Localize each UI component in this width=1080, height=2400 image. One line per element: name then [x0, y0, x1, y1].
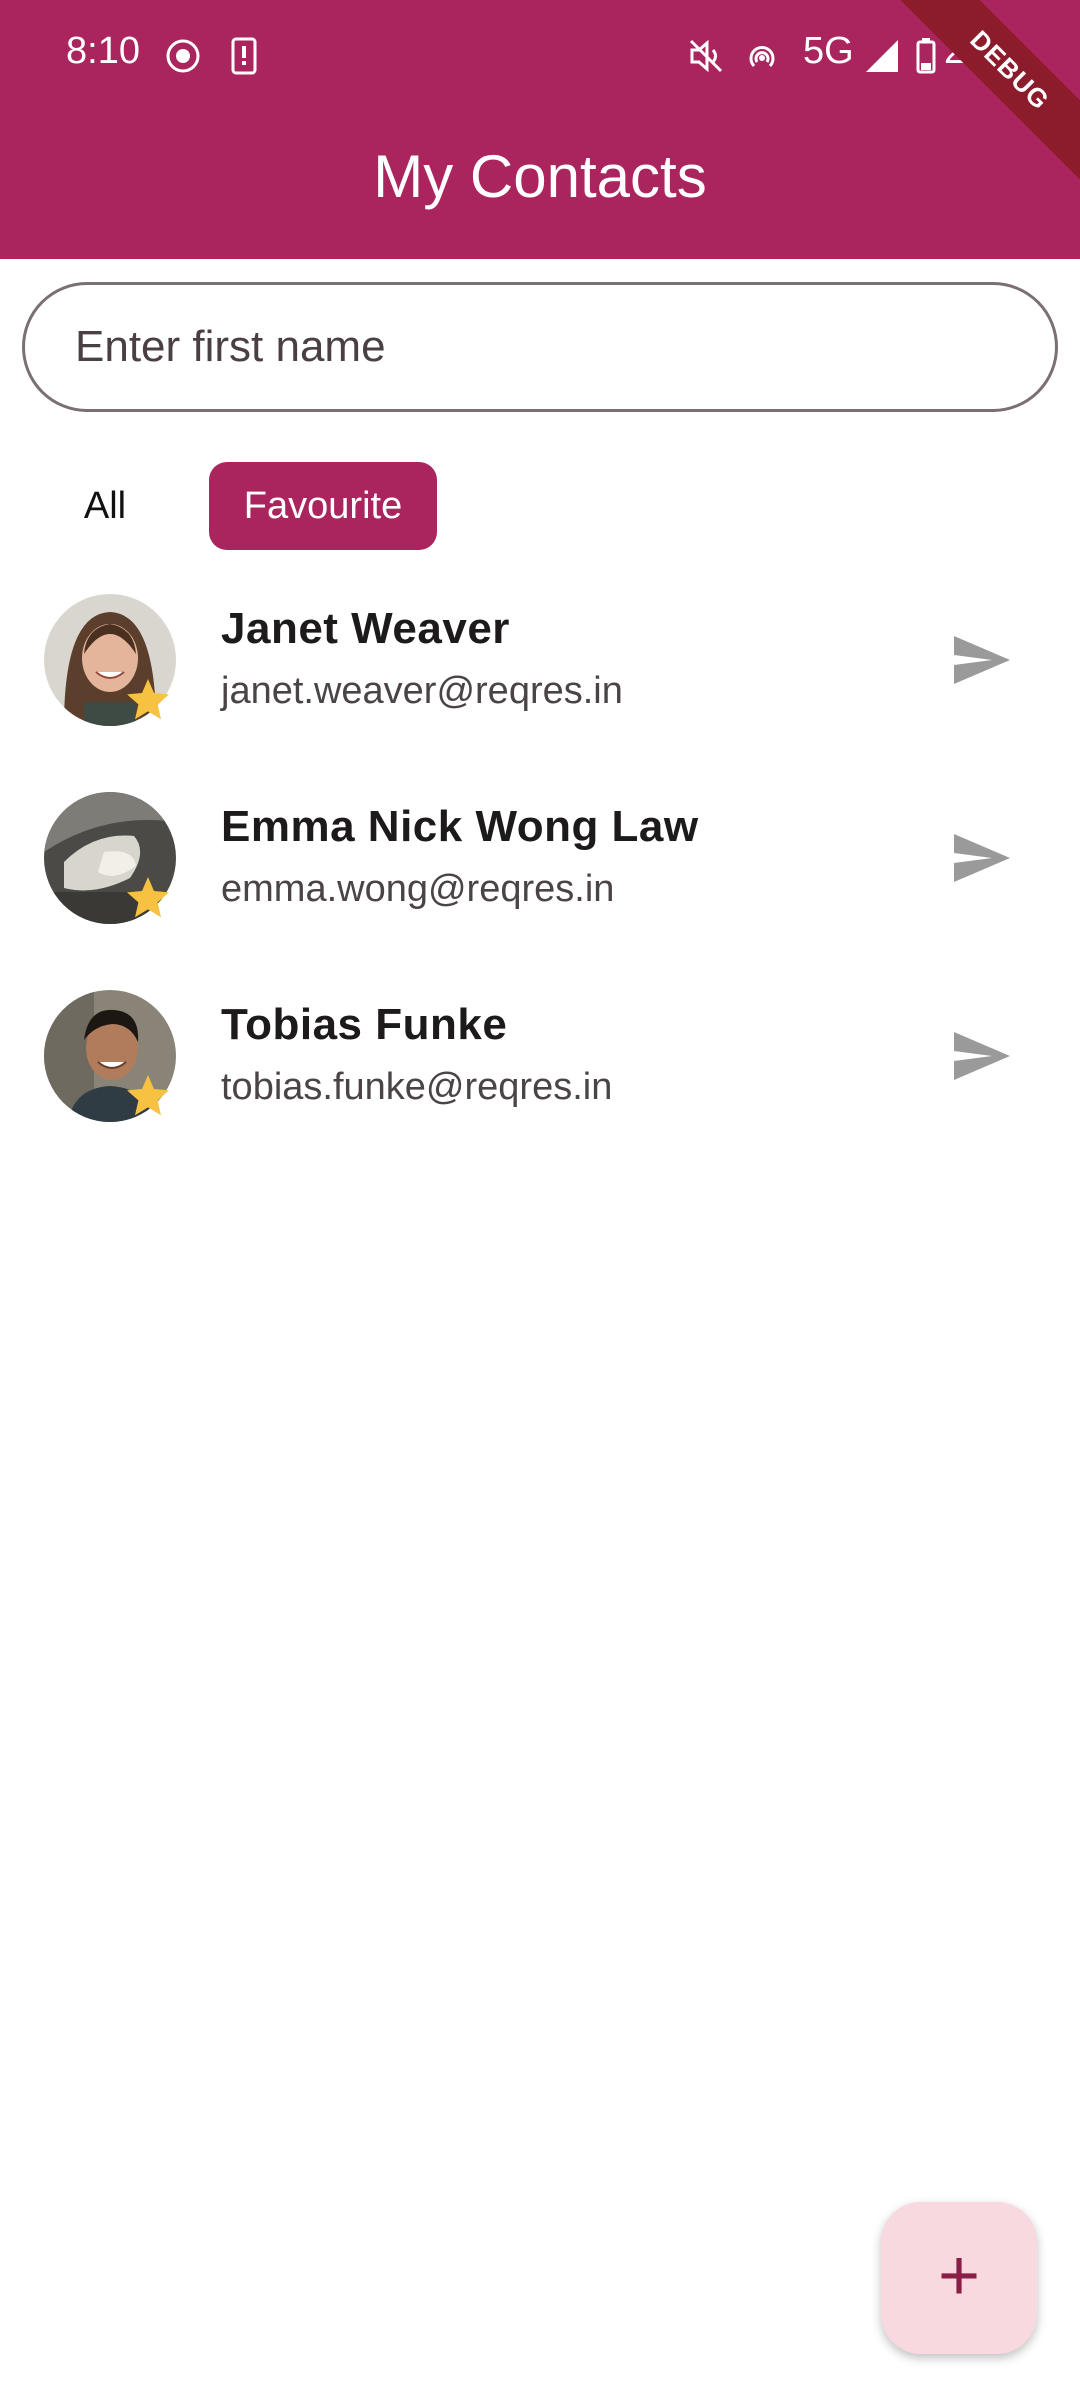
add-icon: + — [937, 2236, 981, 2316]
contact-name: Emma Nick Wong Law — [221, 802, 699, 851]
search-input[interactable] — [75, 285, 1015, 409]
device-alert-icon — [231, 37, 257, 75]
contact-name: Janet Weaver — [221, 604, 510, 653]
mute-icon — [689, 39, 723, 73]
network-type: 5G — [803, 30, 854, 72]
favourite-star-icon — [127, 679, 169, 720]
contact-email: tobias.funke@reqres.in — [221, 1066, 613, 1108]
signal-icon — [866, 40, 898, 72]
hotspot-icon — [749, 46, 775, 68]
contact-row[interactable]: Tobias Funke tobias.funke@reqres.in — [0, 990, 1080, 1180]
favourite-star-icon — [127, 877, 169, 918]
filter-favourite-chip[interactable]: Favourite — [209, 462, 437, 550]
contact-email: emma.wong@reqres.in — [221, 868, 615, 910]
send-icon[interactable] — [952, 634, 1012, 686]
search-field[interactable] — [22, 282, 1058, 412]
add-contact-button[interactable]: + — [881, 2202, 1037, 2354]
contact-email: janet.weaver@reqres.in — [221, 670, 623, 712]
filter-all-chip[interactable]: All — [50, 462, 160, 550]
contact-row[interactable]: Emma Nick Wong Law emma.wong@reqres.in — [0, 792, 1080, 982]
send-icon[interactable] — [952, 1030, 1012, 1082]
app-bar: 8:10 5G 21% My Contact — [0, 0, 1080, 259]
page-title: My Contacts — [373, 143, 707, 210]
battery-icon — [916, 38, 936, 74]
contact-row[interactable]: Janet Weaver janet.weaver@reqres.in — [0, 594, 1080, 784]
favourite-star-icon — [127, 1075, 169, 1116]
contact-name: Tobias Funke — [221, 1000, 508, 1049]
send-icon[interactable] — [952, 832, 1012, 884]
screen-record-icon — [166, 39, 200, 73]
status-time: 8:10 — [66, 30, 140, 72]
